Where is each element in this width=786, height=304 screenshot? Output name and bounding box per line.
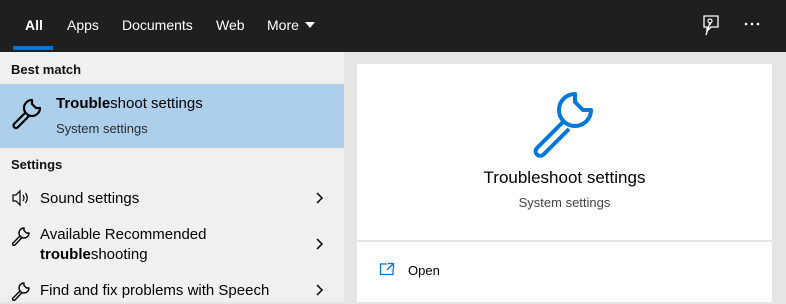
tab-documents[interactable]: Documents [122, 17, 193, 33]
open-action-label: Open [408, 263, 440, 278]
best-match-header: Best match [11, 62, 82, 77]
active-tab-indicator [13, 46, 53, 50]
list-item[interactable]: Sound settings [0, 184, 344, 214]
wrench-icon [529, 88, 599, 161]
best-match-title-rest: shoot settings [110, 95, 203, 112]
list-item-match: trouble [40, 246, 91, 263]
list-item-line2-rest: shooting [90, 246, 148, 263]
best-match-item[interactable]: Troubleshoot settings System settings [0, 84, 344, 148]
caret-down-icon [304, 22, 315, 29]
list-item-label: Find and fix problems with Speech [40, 282, 270, 299]
feedback-icon[interactable] [701, 14, 721, 39]
detail-subtitle: System settings [518, 195, 611, 210]
tab-more-label: More [267, 17, 299, 33]
wrench-icon [10, 96, 44, 133]
tab-apps[interactable]: Apps [67, 17, 99, 33]
list-item-label: Sound settings [40, 190, 140, 207]
best-match-subtitle: System settings [56, 121, 148, 136]
chevron-right-icon[interactable] [315, 236, 325, 255]
list-item-label: Available Recommended troubleshooting [40, 225, 207, 265]
open-icon [379, 262, 395, 279]
list-item-line1: Available Recommended [40, 226, 207, 243]
list-item[interactable]: Find and fix problems with Speech [0, 276, 344, 304]
detail-preview: Troubleshoot settings System settings [357, 64, 772, 240]
tab-more[interactable]: More [267, 17, 315, 33]
best-match-title-match: Trouble [56, 95, 111, 112]
tab-web[interactable]: Web [216, 17, 245, 33]
chevron-right-icon[interactable] [315, 190, 325, 209]
search-scope-bar: All Apps Documents Web More [0, 0, 786, 52]
results-list: Best match Troubleshoot settings System … [0, 52, 344, 302]
detail-title: Troubleshoot settings [483, 168, 646, 187]
speaker-icon [11, 189, 31, 210]
best-match-title: Troubleshoot settings [56, 95, 203, 112]
settings-header: Settings [11, 157, 63, 172]
chevron-right-icon[interactable] [315, 282, 325, 301]
ellipsis-icon[interactable] [743, 16, 763, 35]
list-item[interactable]: Available Recommended troubleshooting [0, 222, 344, 266]
tab-all[interactable]: All [25, 17, 43, 33]
wrench-icon [11, 281, 31, 304]
detail-actions: Open [357, 242, 772, 302]
wrench-icon [11, 226, 31, 249]
